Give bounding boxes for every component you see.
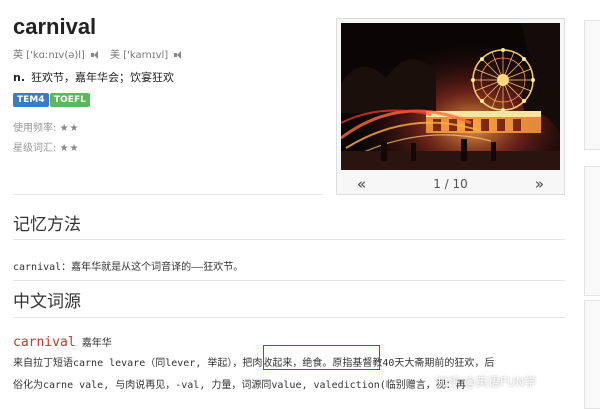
speaker-icon[interactable] [174, 51, 184, 59]
star-rating: 星级词汇: ★★ [13, 139, 80, 154]
frequency-label: 使用频率: [13, 123, 57, 134]
tag-tem4[interactable]: TEM4 [13, 93, 49, 107]
divider [13, 239, 565, 240]
memory-text: carnival：嘉年华就是从这个词音译的——狂欢节。 [13, 262, 244, 273]
star-label: 星级词汇: [13, 143, 57, 154]
divider [13, 317, 565, 318]
uk-label: 英 [13, 50, 23, 61]
speaker-icon[interactable] [91, 51, 101, 59]
star-stars: ★★ [59, 143, 80, 154]
us-pronunciation: 美 ['karnɪvl] [110, 46, 184, 61]
headword: carnival [13, 14, 97, 39]
side-panel [584, 166, 600, 296]
definition-text: 狂欢节，嘉年华会；饮宴狂欢 [31, 71, 175, 84]
etymology-line-2: 俗化为carne vale, 与肉说再见，-val, 力量，词源同value, … [13, 380, 466, 391]
etymology-word: carnival [13, 335, 76, 350]
etymology-title: carnival 嘉年华 [13, 334, 112, 350]
gallery-pager: « 1 / 10 » [337, 174, 564, 194]
side-panel [584, 300, 600, 409]
next-arrow-icon[interactable]: » [535, 175, 544, 193]
etymology-gloss: 嘉年华 [81, 338, 112, 349]
frequency-rating: 使用频率: ★★ [13, 119, 80, 134]
etymology-heading: 中文词源 [13, 292, 81, 312]
carnival-photo[interactable] [341, 23, 560, 170]
tag-toefl[interactable]: TOEFL [50, 93, 90, 107]
memory-heading: 记忆方法 [13, 215, 81, 235]
us-phonetic: ['karnɪvl] [123, 50, 169, 61]
part-of-speech: n. [13, 71, 26, 84]
watermark: 知乎 @英语FUN学 [436, 375, 537, 389]
definition: n. 狂欢节，嘉年华会；饮宴狂欢 [13, 69, 174, 85]
divider [13, 194, 323, 195]
side-panel [584, 20, 600, 150]
frequency-stars: ★★ [59, 123, 80, 134]
gallery-counter: 1 / 10 [433, 177, 468, 191]
us-label: 美 [110, 50, 120, 61]
etymology-line-1: 来自拉丁短语carne levare（同lever, 举起），把肉收起来，绝食。… [13, 354, 494, 369]
uk-pronunciation: 英 ['kɑːnɪv(ə)l] [13, 46, 101, 61]
etymology-text-a: 来自拉丁短语carne levare（同lever, 举起）， [13, 358, 243, 369]
image-gallery: « 1 / 10 » [336, 18, 565, 195]
highlight-box [263, 345, 380, 370]
divider [13, 280, 565, 281]
uk-phonetic: ['kɑːnɪv(ə)l] [26, 50, 85, 61]
